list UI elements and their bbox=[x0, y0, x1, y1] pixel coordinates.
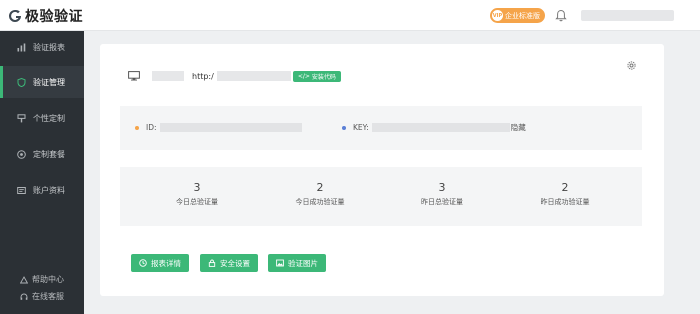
sidebar-item-label: 验证管理 bbox=[33, 77, 65, 87]
sidebar-item-packages[interactable]: 定制套餐 bbox=[0, 138, 84, 170]
app-name bbox=[152, 71, 184, 81]
sidebar-item-reports[interactable]: 验证报表 bbox=[0, 31, 84, 63]
brush-icon bbox=[17, 113, 26, 122]
gear-icon[interactable] bbox=[626, 60, 637, 71]
sidebar-item-label: 验证报表 bbox=[33, 42, 65, 52]
id-label: ID: bbox=[146, 123, 157, 132]
image-icon bbox=[276, 259, 284, 267]
key-dot bbox=[342, 125, 346, 130]
stat-value: 3 bbox=[438, 181, 446, 194]
enterprise-badge[interactable]: VIP 企业标准版 bbox=[490, 8, 545, 23]
sidebar-item-customize[interactable]: 个性定制 bbox=[0, 102, 84, 134]
top-bar: 极验验证 VIP 企业标准版 bbox=[0, 0, 700, 31]
bar-chart-icon bbox=[17, 43, 26, 51]
help-center-label: 帮助中心 bbox=[32, 275, 64, 284]
report-details-label: 报表详情 bbox=[151, 258, 181, 268]
id-value bbox=[159, 123, 302, 132]
triangle-icon bbox=[20, 275, 28, 283]
app-url-prefix: http:/ bbox=[192, 71, 214, 81]
sidebar-item-account[interactable]: 账户资料 bbox=[0, 174, 84, 206]
sidebar: 验证报表 验证管理 个性定制 定制套餐 账户资料 帮助中心 在线客服 bbox=[0, 31, 84, 314]
vip-icon: VIP bbox=[492, 10, 503, 21]
code-icon: </> bbox=[297, 72, 310, 80]
badge-label: 企业标准版 bbox=[505, 11, 540, 20]
stat-value: 2 bbox=[316, 181, 324, 194]
monitor-icon bbox=[128, 71, 140, 81]
stat-yesterday-success: 2 昨日成功验证量 bbox=[510, 181, 620, 207]
stat-label: 昨日成功验证量 bbox=[540, 198, 590, 206]
stat-label: 今日总验证量 bbox=[176, 198, 218, 206]
user-account-menu[interactable] bbox=[581, 10, 674, 21]
geetest-logo-icon bbox=[9, 9, 21, 22]
target-icon bbox=[17, 149, 26, 159]
report-details-button[interactable]: 报表详情 bbox=[131, 254, 189, 272]
verification-card: http:/ </> 安装代码 ID: KEY: 隐藏 3 今日总验证量 2 今… bbox=[100, 44, 664, 296]
online-service-link[interactable]: 在线客服 bbox=[0, 291, 84, 302]
hide-key-link[interactable]: 隐藏 bbox=[511, 122, 526, 133]
captcha-key: KEY: 隐藏 bbox=[342, 122, 526, 133]
shield-icon bbox=[17, 77, 26, 87]
sidebar-item-verify-management[interactable]: 验证管理 bbox=[0, 66, 84, 98]
stat-yesterday-total: 3 昨日总验证量 bbox=[387, 181, 497, 207]
install-code-button[interactable]: </> 安装代码 bbox=[292, 70, 341, 82]
stat-today-total: 3 今日总验证量 bbox=[142, 181, 252, 207]
stats-panel: 3 今日总验证量 2 今日成功验证量 3 昨日总验证量 2 昨日成功验证量 bbox=[120, 167, 642, 226]
app-url bbox=[216, 71, 291, 81]
sidebar-item-label: 定制套餐 bbox=[33, 149, 65, 159]
stat-today-success: 2 今日成功验证量 bbox=[265, 181, 375, 207]
security-settings-button[interactable]: 安全设置 bbox=[200, 254, 258, 272]
online-service-label: 在线客服 bbox=[32, 292, 64, 301]
id-card-icon bbox=[17, 186, 26, 194]
lock-icon bbox=[208, 259, 216, 267]
headset-icon bbox=[20, 293, 28, 300]
app-title: 极验验证 bbox=[25, 9, 83, 25]
bell-icon[interactable] bbox=[555, 9, 567, 22]
key-label: KEY: bbox=[353, 123, 369, 132]
id-dot bbox=[135, 125, 139, 130]
sidebar-item-label: 个性定制 bbox=[33, 113, 65, 123]
security-settings-label: 安全设置 bbox=[220, 258, 250, 268]
stat-label: 今日成功验证量 bbox=[295, 198, 345, 206]
stat-label: 昨日总验证量 bbox=[421, 198, 463, 206]
logo[interactable]: 极验验证 bbox=[8, 6, 83, 26]
key-value bbox=[371, 123, 510, 132]
stat-value: 3 bbox=[193, 181, 201, 194]
verify-images-label: 验证图片 bbox=[288, 258, 318, 268]
captcha-id: ID: bbox=[135, 122, 302, 133]
keys-panel: ID: KEY: 隐藏 bbox=[120, 106, 642, 150]
install-code-label: 安装代码 bbox=[311, 73, 336, 81]
verify-images-button[interactable]: 验证图片 bbox=[268, 254, 326, 272]
help-center-link[interactable]: 帮助中心 bbox=[0, 274, 84, 285]
stat-value: 2 bbox=[561, 181, 569, 194]
sidebar-item-label: 账户资料 bbox=[33, 185, 65, 195]
clock-icon bbox=[139, 259, 147, 267]
app-info-row: http:/ </> 安装代码 bbox=[128, 69, 341, 83]
